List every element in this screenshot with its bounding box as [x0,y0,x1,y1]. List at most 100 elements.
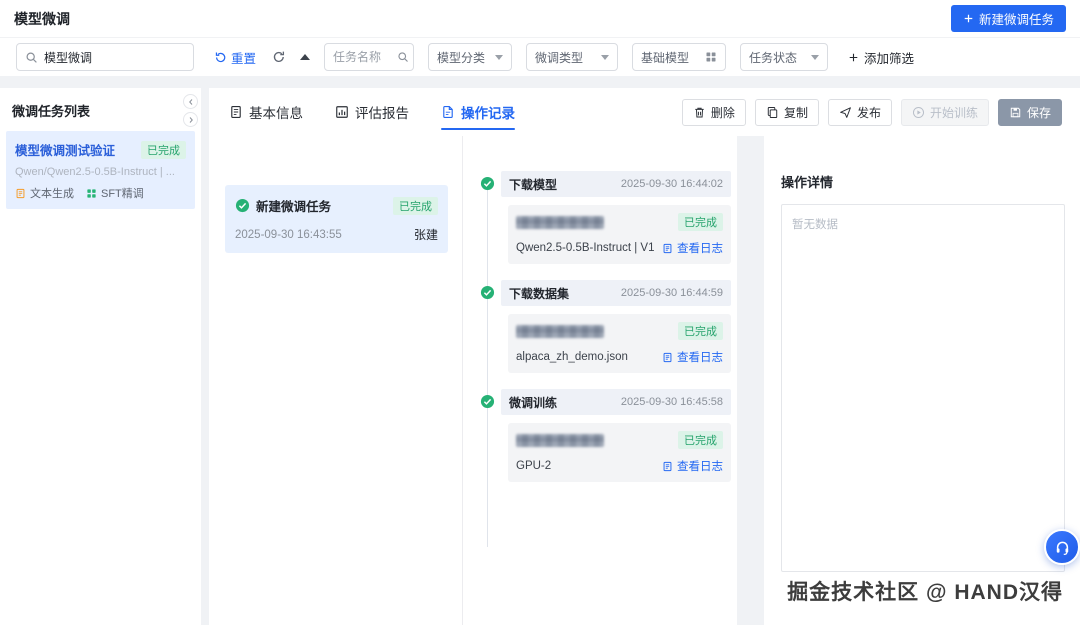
publish-button[interactable]: 发布 [827,98,892,126]
status-badge: 已完成 [393,196,438,215]
view-log-label: 查看日志 [677,352,723,364]
step-header: 下载模型 2025-09-30 16:44:02 [501,171,731,197]
task-status-label: 任务状态 [749,50,798,65]
copy-button[interactable]: 复制 [754,98,819,126]
task-list-sidebar: 微调任务列表 模型微调测试验证 已完成 Qwen/Qwen2.5-0.5B-In… [0,88,201,625]
action-toolbar: 删除 复制 发布 开始训练 保存 [681,98,1062,126]
refresh-button[interactable] [272,50,286,64]
base-model-select[interactable]: 基础模型 [632,43,727,71]
copy-label: 复制 [783,105,808,120]
add-filter-button[interactable]: 添加筛选 [848,48,914,67]
column-divider [462,136,463,625]
step-card[interactable]: 已完成 GPU-2 查看日志 [508,423,731,482]
step-title: 微调训练 [509,395,558,410]
check-circle-icon [480,285,495,300]
delete-label: 删除 [710,105,735,120]
details-empty-box: 暂无数据 [781,204,1065,572]
step-title: 下载模型 [509,177,558,192]
check-circle-icon [235,198,250,213]
view-log-link[interactable]: 查看日志 [662,349,723,365]
chevron-down-icon [495,54,504,60]
timeline-step-download-model: 下载模型 2025-09-30 16:44:02 已完成 Qwen2.5-0.5… [480,171,731,264]
step-card[interactable]: 已完成 Qwen2.5-0.5B-Instruct | V1 查看日志 [508,205,731,264]
delete-button[interactable]: 删除 [681,98,746,126]
new-task-button-label: 新建微调任务 [978,13,1054,27]
save-icon [1009,106,1022,119]
root-task-owner: 张建 [413,228,438,242]
tab-operation-record[interactable]: 操作记录 [441,88,515,136]
record-content: 新建微调任务 已完成 2025-09-30 16:43:55 张建 下载模型 2… [209,136,1080,625]
tag-label: 文本生成 [30,188,74,200]
publish-label: 发布 [856,105,881,120]
chevron-down-icon [811,54,820,60]
step-detail: alpaca_zh_demo.json [516,351,628,363]
search-input[interactable] [44,50,185,64]
view-log-link[interactable]: 查看日志 [662,240,723,256]
step-header: 微调训练 2025-09-30 16:45:58 [501,389,731,415]
tab-eval-report[interactable]: 评估报告 [335,88,409,136]
tab-basic-info[interactable]: 基本信息 [229,88,303,136]
page-title: 模型微调 [14,10,70,27]
chevron-left-icon[interactable] [183,94,198,109]
plus-icon [963,13,974,24]
main-panel: 基本信息 评估报告 操作记录 删除 复制 发布 开始训练 保存 新建微调任务 已… [209,88,1080,625]
bar-chart-icon [335,105,349,119]
step-time: 2025-09-30 16:44:02 [620,178,723,190]
save-label: 保存 [1026,105,1051,120]
task-name-filter[interactable] [324,43,415,71]
chevron-right-icon[interactable] [183,112,198,127]
reset-button[interactable]: 重置 [214,48,256,67]
collapse-filters-button[interactable] [300,54,311,60]
top-header: 模型微调 新建微调任务 [0,0,1080,38]
check-circle-icon [480,394,495,409]
step-time: 2025-09-30 16:44:59 [620,287,723,299]
root-task-time: 2025-09-30 16:43:55 [235,228,342,241]
empty-text: 暂无数据 [792,219,838,231]
tune-icon [86,188,97,199]
new-task-button[interactable]: 新建微调任务 [950,5,1066,32]
redacted-text [516,433,604,447]
search-icon [25,51,38,64]
step-header: 下载数据集 2025-09-30 16:44:59 [501,280,731,306]
plus-icon [848,52,859,63]
sidebar-collapse-control [183,94,198,127]
clipboard-icon [229,105,243,119]
assistant-float-button[interactable] [1044,529,1080,565]
tab-bar: 基本信息 评估报告 操作记录 删除 复制 发布 开始训练 保存 [209,88,1080,136]
status-badge: 已完成 [678,213,723,231]
headset-icon [1054,539,1071,556]
status-badge: 已完成 [678,322,723,340]
copy-icon [766,106,779,119]
start-training-button[interactable]: 开始训练 [900,98,989,126]
status-badge: 已完成 [141,140,186,159]
view-log-label: 查看日志 [677,461,723,473]
step-title: 下载数据集 [509,286,570,301]
tab-label: 操作记录 [461,106,515,121]
log-icon [662,243,673,254]
root-task-card[interactable]: 新建微调任务 已完成 2025-09-30 16:43:55 张建 [225,185,448,253]
search-box[interactable] [16,43,194,71]
record-icon [441,105,455,119]
refresh-icon [272,50,286,64]
send-icon [839,106,852,119]
task-list-item[interactable]: 模型微调测试验证 已完成 Qwen/Qwen2.5-0.5B-Instruct … [6,131,195,209]
operation-timeline: 下载模型 2025-09-30 16:44:02 已完成 Qwen2.5-0.5… [480,171,731,547]
model-category-select[interactable]: 模型分类 [428,43,513,71]
redacted-text [516,215,604,229]
tag-label: SFT精调 [101,188,144,200]
finetune-type-select[interactable]: 微调类型 [526,43,619,71]
save-button[interactable]: 保存 [997,98,1062,126]
task-name-input[interactable] [333,50,392,64]
start-training-label: 开始训练 [929,105,978,120]
sidebar-title: 微调任务列表 [12,104,91,119]
panel-gap [737,136,764,625]
reset-label: 重置 [231,51,257,66]
step-time: 2025-09-30 16:45:58 [620,396,723,408]
view-log-link[interactable]: 查看日志 [662,458,723,474]
view-log-label: 查看日志 [677,243,723,255]
doc-icon [15,188,26,199]
filter-bar: 重置 模型分类 微调类型 基础模型 任务状态 添加筛选 [0,38,1080,76]
tag-text-generation: 文本生成 [15,185,74,201]
task-status-select[interactable]: 任务状态 [740,43,829,71]
step-card[interactable]: 已完成 alpaca_zh_demo.json 查看日志 [508,314,731,373]
